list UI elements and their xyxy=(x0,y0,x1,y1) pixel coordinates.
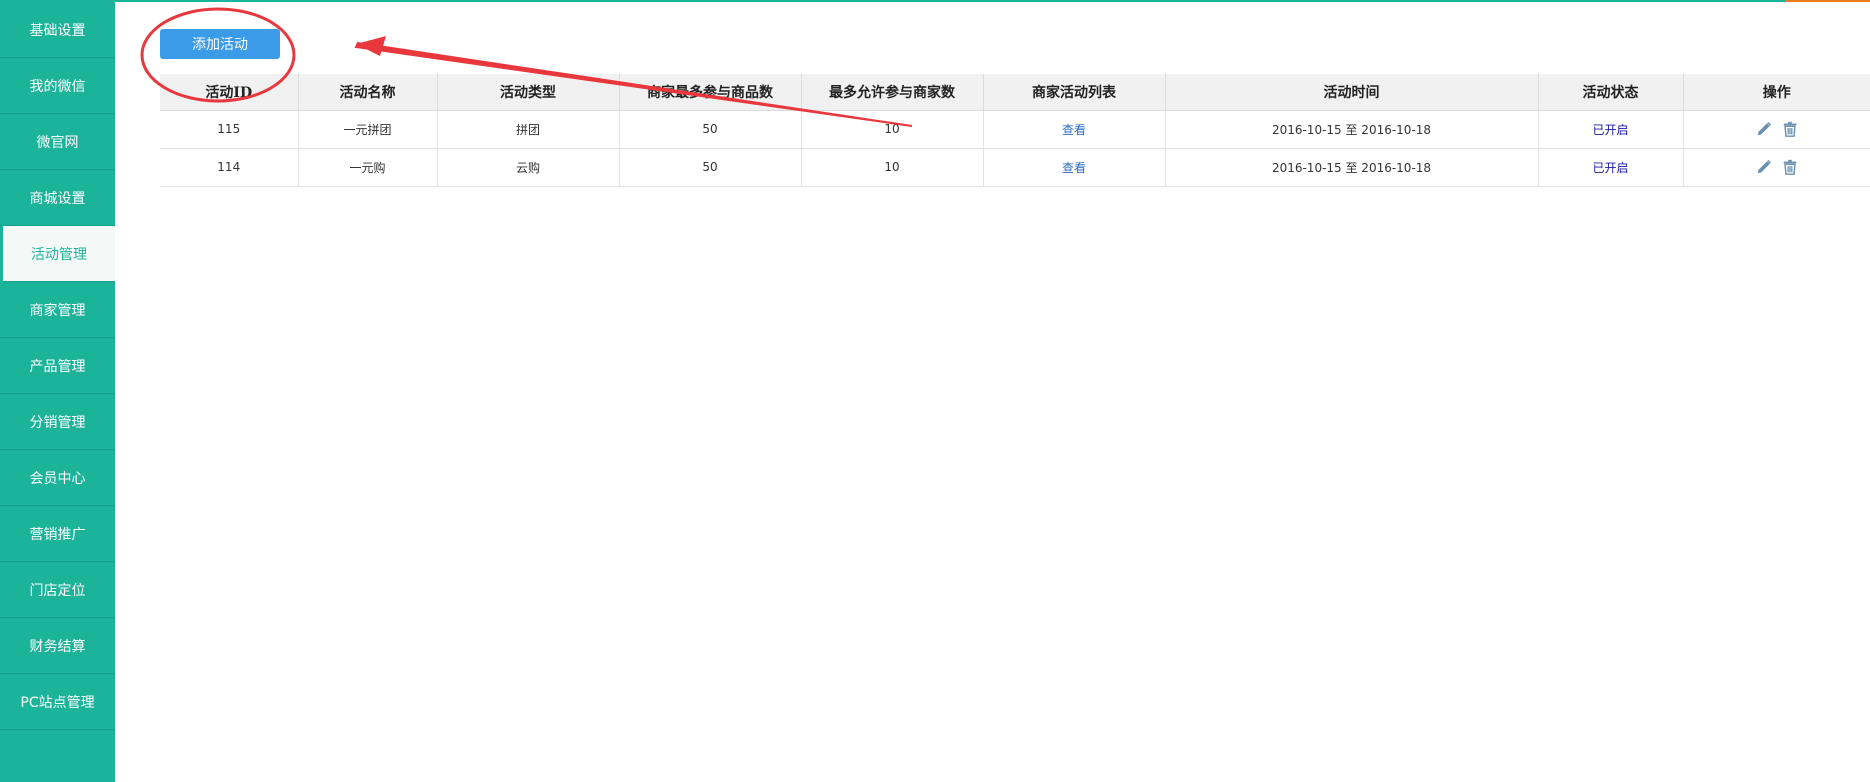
column-header: 商家最多参与商品数 xyxy=(619,74,802,111)
table-row: 115 一元拼团 拼团 50 10 查看 2016-10-15 至 2016-1… xyxy=(160,110,1870,149)
sidebar-item-label: 营销推广 xyxy=(29,526,86,543)
pencil-icon[interactable] xyxy=(1755,158,1773,176)
cell-activity-type: 拼团 xyxy=(437,110,620,149)
top-accent-bar-orange xyxy=(1785,0,1870,2)
sidebar-item-label: 微官网 xyxy=(36,134,79,151)
sidebar-item-mall-settings[interactable]: 商城设置 xyxy=(0,170,115,226)
sidebar-item-label: 基础设置 xyxy=(29,22,86,39)
table-row: 114 一元购 云购 50 10 查看 2016-10-15 至 2016-10… xyxy=(160,148,1870,187)
cell-activity-name: 一元拼团 xyxy=(298,110,438,149)
view-merchant-list-link[interactable]: 查看 xyxy=(1062,161,1086,175)
sidebar-item-pc-site-management[interactable]: PC站点管理 xyxy=(0,674,115,730)
sidebar-item-label: 财务结算 xyxy=(29,638,86,655)
column-header: 活动时间 xyxy=(1165,74,1539,111)
column-header: 操作 xyxy=(1683,74,1870,111)
cell-activity-time: 2016-10-15 至 2016-10-18 xyxy=(1165,110,1539,149)
sidebar-item-marketing[interactable]: 营销推广 xyxy=(0,506,115,562)
table-header-row: 活动ID 活动名称 活动类型 商家最多参与商品数 最多允许参与商家数 商家活动列… xyxy=(160,74,1870,111)
cell-max-products: 50 xyxy=(619,110,802,149)
column-header: 最多允许参与商家数 xyxy=(801,74,984,111)
cell-activity-name: 一元购 xyxy=(298,148,438,187)
sidebar-item-micro-site[interactable]: 微官网 xyxy=(0,114,115,170)
sidebar-item-label: 商城设置 xyxy=(29,190,86,207)
cell-max-merchants: 10 xyxy=(801,148,984,187)
sidebar-item-product-management[interactable]: 产品管理 xyxy=(0,338,115,394)
status-badge[interactable]: 已开启 xyxy=(1592,123,1628,137)
cell-activity-id: 115 xyxy=(160,110,299,149)
sidebar-item-finance-settlement[interactable]: 财务结算 xyxy=(0,618,115,674)
view-merchant-list-link[interactable]: 查看 xyxy=(1062,123,1086,137)
pencil-icon[interactable] xyxy=(1755,120,1773,138)
sidebar: 基础设置 我的微信 微官网 商城设置 活动管理 商家管理 产品管理 分销管理 会… xyxy=(0,2,115,782)
annotation-arrow-head xyxy=(356,36,386,56)
cell-activity-type: 云购 xyxy=(437,148,620,187)
sidebar-item-label: 分销管理 xyxy=(29,414,86,431)
add-activity-button[interactable]: 添加活动 xyxy=(160,29,280,59)
sidebar-item-store-location[interactable]: 门店定位 xyxy=(0,562,115,618)
trash-icon[interactable] xyxy=(1781,120,1799,138)
cell-operations xyxy=(1683,110,1870,149)
sidebar-item-label: 活动管理 xyxy=(31,246,87,263)
cell-activity-time: 2016-10-15 至 2016-10-18 xyxy=(1165,148,1539,187)
sidebar-item-label: 门店定位 xyxy=(29,582,86,599)
cell-activity-id: 114 xyxy=(160,148,299,187)
cell-max-merchants: 10 xyxy=(801,110,984,149)
column-header: 活动类型 xyxy=(437,74,620,111)
cell-merchant-list: 查看 xyxy=(983,148,1166,187)
column-header: 活动ID xyxy=(160,74,299,111)
sidebar-item-label: 商家管理 xyxy=(29,302,86,319)
cell-operations xyxy=(1683,148,1870,187)
cell-merchant-list: 查看 xyxy=(983,110,1166,149)
cell-activity-status: 已开启 xyxy=(1538,110,1684,149)
sidebar-item-activity-management[interactable]: 活动管理 xyxy=(3,226,115,282)
sidebar-item-member-center[interactable]: 会员中心 xyxy=(0,450,115,506)
column-header: 活动状态 xyxy=(1538,74,1684,111)
status-badge[interactable]: 已开启 xyxy=(1592,161,1628,175)
top-accent-bar xyxy=(0,0,1870,2)
sidebar-item-basic-settings[interactable]: 基础设置 xyxy=(0,2,115,58)
activity-table: 活动ID 活动名称 活动类型 商家最多参与商品数 最多允许参与商家数 商家活动列… xyxy=(160,74,1870,187)
sidebar-item-distribution-management[interactable]: 分销管理 xyxy=(0,394,115,450)
sidebar-item-my-wechat[interactable]: 我的微信 xyxy=(0,58,115,114)
cell-activity-status: 已开启 xyxy=(1538,148,1684,187)
column-header: 商家活动列表 xyxy=(983,74,1166,111)
sidebar-item-label: 产品管理 xyxy=(29,358,86,375)
trash-icon[interactable] xyxy=(1781,158,1799,176)
sidebar-item-label: 我的微信 xyxy=(29,78,86,95)
sidebar-item-label: 会员中心 xyxy=(29,470,86,487)
column-header: 活动名称 xyxy=(298,74,438,111)
sidebar-item-label: PC站点管理 xyxy=(20,694,95,711)
sidebar-item-merchant-management[interactable]: 商家管理 xyxy=(0,282,115,338)
cell-max-products: 50 xyxy=(619,148,802,187)
